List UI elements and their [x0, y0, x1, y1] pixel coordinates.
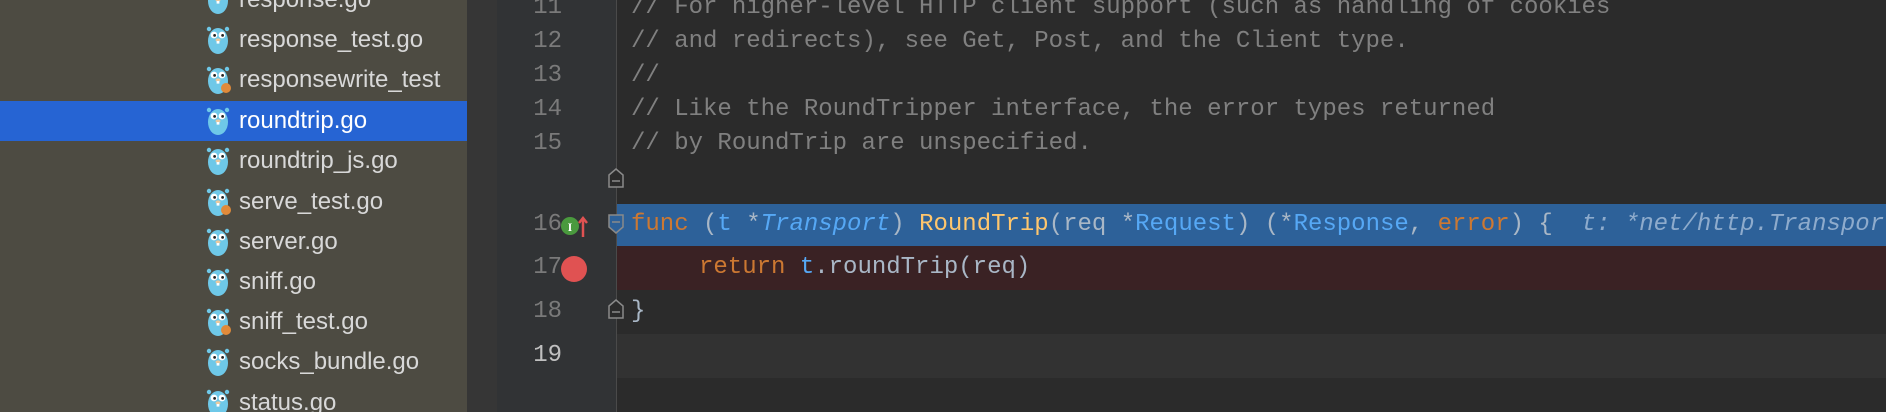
line-number: 17	[533, 254, 562, 281]
punct: *	[731, 211, 761, 238]
receiver-var: t	[717, 211, 732, 238]
punct: ) {	[1509, 211, 1553, 238]
test-badge-icon	[221, 83, 231, 93]
file-name: response.go	[239, 0, 371, 20]
file-item[interactable]: response_test.go	[0, 20, 467, 60]
line-number: 19	[533, 342, 562, 369]
implements-marker-icon[interactable]: I	[560, 213, 588, 239]
file-name: roundtrip.go	[239, 107, 368, 134]
receiver-type: Transport	[760, 211, 891, 238]
test-badge-icon	[221, 325, 231, 335]
fold-marker-icon[interactable]	[607, 213, 625, 235]
file-item[interactable]: responsewrite_test	[0, 60, 467, 100]
function-name: RoundTrip	[919, 211, 1049, 238]
keyword-error: error	[1437, 211, 1510, 238]
file-name: roundtrip_js.go	[239, 147, 398, 174]
breakpoint-line[interactable]: return t.roundTrip(req)	[617, 246, 1886, 290]
file-name: status.go	[239, 389, 337, 412]
go-gopher-icon	[206, 348, 230, 376]
file-item[interactable]: status.go	[0, 383, 467, 412]
method-call: .roundTrip(req)	[814, 254, 1031, 281]
file-name: server.go	[239, 228, 338, 255]
fold-marker-icon[interactable]	[607, 298, 625, 320]
go-gopher-icon	[208, 0, 228, 14]
return-type: Response	[1293, 211, 1409, 238]
go-gopher-icon	[206, 107, 230, 135]
code-editor[interactable]: // For higher-level HTTP client support …	[617, 0, 1886, 412]
file-name: response_test.go	[239, 26, 424, 53]
punct: (	[688, 211, 718, 238]
svg-text:I: I	[568, 220, 573, 234]
file-item[interactable]: serve_test.go	[0, 182, 467, 222]
project-tree: response.go response_test.go responsewrite…	[0, 0, 467, 412]
debug-inline-value: t: *net/http.Transport	[1581, 211, 1886, 238]
go-gopher-icon	[206, 147, 230, 175]
func-signature: func (t *Transport) RoundTrip(req *Reque…	[631, 204, 1886, 246]
keyword-func: func	[631, 211, 689, 238]
punct: ,	[1408, 211, 1438, 238]
punct: (req *	[1048, 211, 1136, 238]
file-item[interactable]: roundtrip_js.go	[0, 141, 467, 181]
go-gopher-icon	[206, 268, 230, 296]
code-line[interactable]: }	[617, 290, 1886, 334]
test-badge-icon	[221, 205, 231, 215]
file-item[interactable]: socks_bundle.go	[0, 342, 467, 382]
line-number: 18	[533, 298, 562, 325]
file-name: serve_test.go	[239, 188, 384, 215]
panel-divider[interactable]	[467, 0, 497, 412]
punct	[785, 254, 799, 281]
caret-line[interactable]	[617, 334, 1886, 378]
closing-brace: }	[631, 298, 646, 325]
go-gopher-icon	[206, 228, 230, 256]
code-comment: // by RoundTrip are unspecified.	[631, 130, 1092, 157]
punct: ) (*	[1235, 211, 1294, 238]
file-name: sniff_test.go	[239, 308, 368, 335]
file-name: responsewrite_test	[239, 66, 441, 93]
line-number: 16	[533, 211, 562, 238]
file-item[interactable]: sniff.go	[0, 262, 467, 302]
keyword-return: return	[699, 254, 786, 281]
file-item[interactable]: response.go	[0, 0, 467, 20]
file-item[interactable]: server.go	[0, 222, 467, 262]
go-gopher-icon	[206, 26, 230, 54]
execution-line[interactable]: func (t *Transport) RoundTrip(req *Reque…	[617, 204, 1886, 246]
line-number: 15	[533, 130, 562, 157]
param-type: Request	[1135, 211, 1236, 238]
go-gopher-icon	[206, 389, 230, 412]
file-item[interactable]: sniff_test.go	[0, 302, 467, 342]
receiver-var: t	[799, 254, 815, 281]
code-line[interactable]: // by RoundTrip are unspecified.	[617, 122, 1886, 166]
return-statement: return t.roundTrip(req)	[699, 246, 1030, 290]
file-name: socks_bundle.go	[239, 348, 420, 375]
breakpoint-icon[interactable]	[560, 255, 588, 283]
fold-marker-icon[interactable]	[607, 167, 625, 189]
punct: )	[890, 211, 920, 238]
file-name: sniff.go	[239, 268, 316, 295]
file-item[interactable]: roundtrip.go	[0, 101, 467, 141]
